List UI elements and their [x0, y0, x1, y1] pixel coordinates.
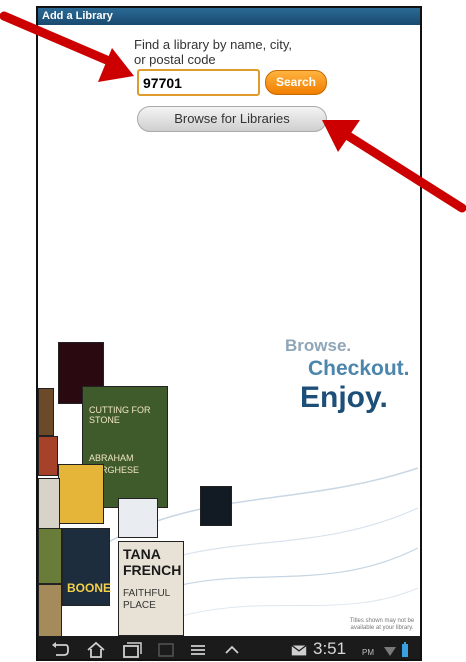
arrow-annotation-browse — [322, 120, 466, 213]
arrow-annotation-input — [0, 11, 134, 82]
arrow-annotation — [0, 11, 466, 213]
